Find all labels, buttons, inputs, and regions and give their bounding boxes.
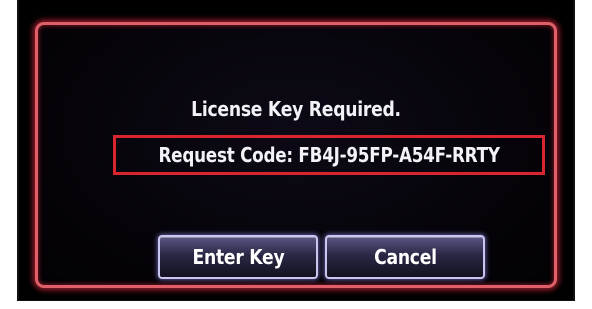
dialog-title: License Key Required. bbox=[191, 97, 401, 121]
cancel-button[interactable]: Cancel bbox=[325, 235, 485, 279]
request-code-label: Request Code: FB4J-95FP-A54F-RRTY bbox=[158, 143, 500, 167]
photo-frame: License Key Required. Request Code: FB4J… bbox=[17, 0, 575, 301]
enter-key-button-label: Enter Key bbox=[192, 245, 284, 269]
request-code-highlight: Request Code: FB4J-95FP-A54F-RRTY bbox=[113, 135, 545, 175]
cancel-button-label: Cancel bbox=[373, 245, 437, 269]
enter-key-button[interactable]: Enter Key bbox=[158, 235, 318, 279]
dialog-screen: License Key Required. Request Code: FB4J… bbox=[35, 22, 557, 288]
